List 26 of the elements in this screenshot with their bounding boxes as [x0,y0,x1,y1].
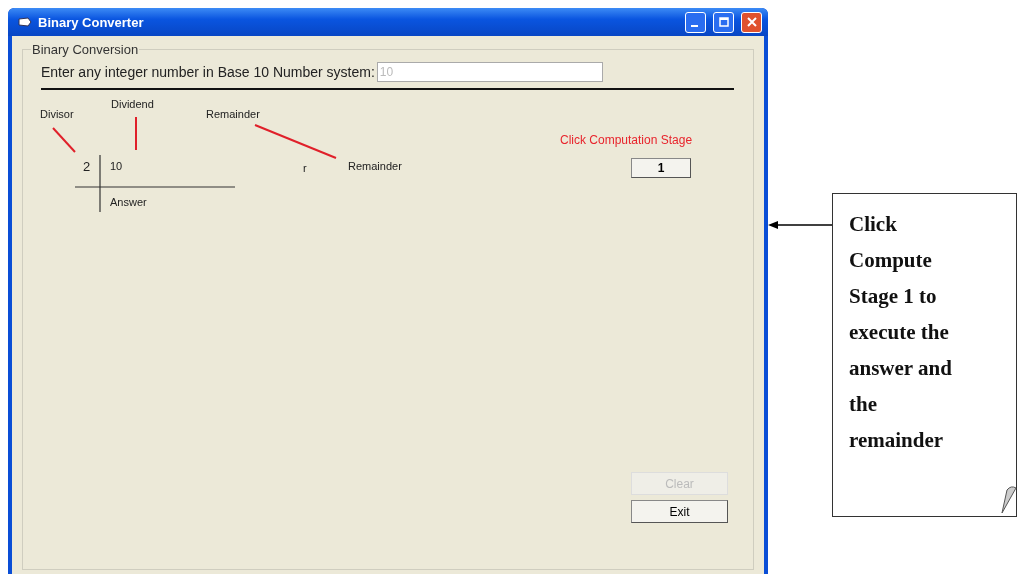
close-button[interactable] [741,11,762,33]
prompt-label: Enter any integer number in Base 10 Number system: [41,64,375,80]
maximize-icon [718,17,729,27]
pointer-arrow [768,220,834,230]
remainder-label: Remainder [206,108,260,120]
remainder-value: Remainder [348,160,402,172]
leader-line [135,116,137,151]
answer-value: Answer [110,196,147,208]
dividend-value: 10 [110,160,123,172]
callout-text: Click Compute Stage 1 to execute the answer and the remainder [849,211,953,454]
minimize-button[interactable] [685,11,706,33]
divisor-label: Divisor [40,108,74,120]
divisor-value: 2 [83,159,91,174]
stage-hint: Click Computation Stage [560,133,693,147]
app-icon [18,17,32,27]
group-title: Binary Conversion [31,42,140,57]
stage-button[interactable]: 1 [631,158,691,178]
minimize-icon [691,25,698,27]
maximize-button[interactable] [713,11,734,33]
leader-line [52,127,76,153]
folded-corner-icon [1001,484,1017,514]
close-icon [746,17,757,27]
window-title: Binary Converter [38,14,144,30]
exit-button[interactable]: Exit [631,500,728,523]
dividend-label: Dividend [111,98,154,110]
remainder-mark: r [303,162,307,174]
